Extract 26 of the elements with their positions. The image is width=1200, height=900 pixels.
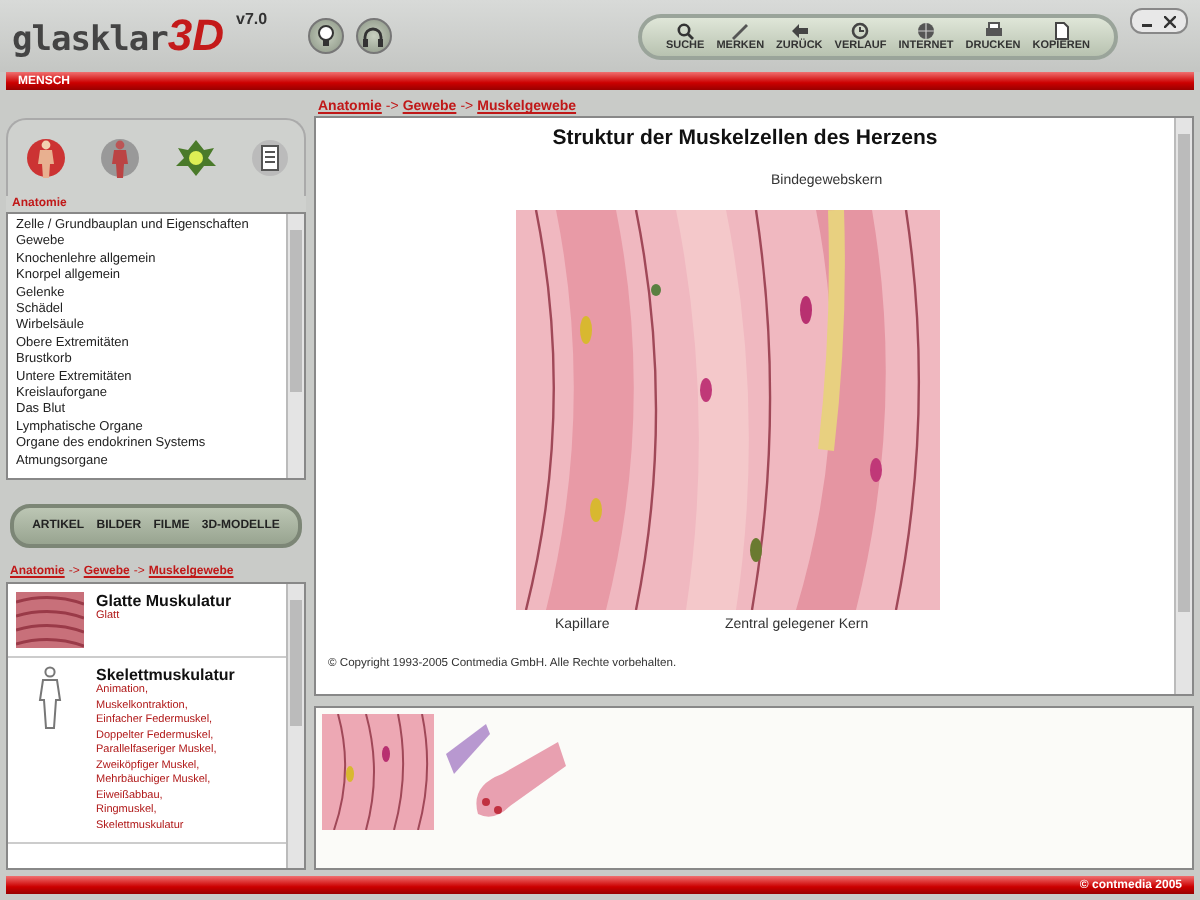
back-arrow-icon	[789, 21, 810, 39]
scrollbar[interactable]	[286, 584, 304, 868]
globe-icon	[916, 21, 937, 39]
scrollbar[interactable]	[1174, 118, 1192, 694]
plant-icon[interactable]	[173, 136, 217, 180]
document-icon[interactable]	[251, 138, 287, 178]
article-title[interactable]: Skelettmuskulatur	[96, 666, 235, 684]
headphones-icon	[362, 25, 385, 47]
anatomy-figure-icon[interactable]	[99, 136, 139, 180]
pen-icon	[730, 21, 751, 39]
clock-icon	[850, 21, 871, 39]
lightbulb-button[interactable]	[307, 18, 344, 54]
close-icon	[1164, 15, 1176, 27]
article-title[interactable]: Glatte Muskulatur	[96, 592, 232, 610]
body-figure-icon[interactable]	[25, 136, 65, 180]
version-label: v7.0	[236, 10, 268, 28]
close-button[interactable]	[1160, 12, 1180, 30]
printer-icon	[983, 21, 1004, 39]
article-heading: Struktur der Muskelzellen des Herzens	[552, 126, 938, 150]
headphones-button[interactable]	[355, 18, 392, 54]
search-icon	[675, 21, 696, 39]
app-logo: glasklar3D	[12, 10, 225, 62]
lightbulb-icon	[315, 24, 336, 48]
scrollbar[interactable]	[286, 214, 304, 478]
human-figure-icon	[36, 666, 64, 730]
document-icon	[1051, 21, 1072, 39]
